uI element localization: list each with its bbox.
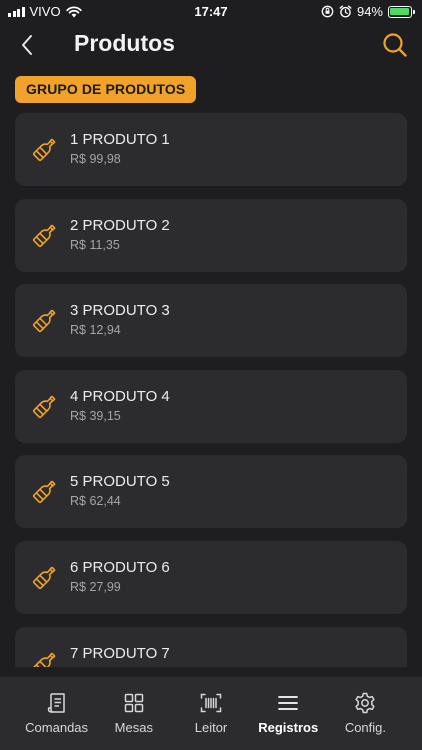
product-item[interactable]: 2 PRODUTO 2 R$ 11,35: [15, 198, 407, 272]
product-price: R$ 27,99: [70, 579, 121, 594]
receipt-icon: [47, 693, 65, 713]
product-price: R$ 62,44: [70, 494, 121, 509]
status-right: 94%: [321, 4, 415, 19]
grid-icon: [124, 693, 144, 713]
battery-percent: 94%: [356, 4, 383, 19]
search-button[interactable]: [380, 30, 410, 60]
bottle-icon: [32, 481, 56, 504]
gear-icon: [355, 692, 376, 714]
tab-config[interactable]: Config.: [327, 677, 404, 750]
tab-label: Config.: [344, 720, 387, 735]
battery-fill: [390, 7, 409, 16]
tab-label: Registros: [258, 720, 319, 735]
menu-icon: [278, 696, 299, 710]
product-name: 2 PRODUTO 2: [70, 216, 170, 234]
back-button[interactable]: [14, 30, 40, 60]
bottle-icon: [32, 224, 56, 247]
bottle-icon: [32, 652, 56, 667]
product-price: R$ 12,94: [70, 323, 121, 338]
product-name: 3 PRODUTO 3: [70, 302, 170, 320]
tab-comandas[interactable]: Comandas: [18, 677, 95, 750]
bottle-icon: [32, 138, 56, 162]
product-item[interactable]: 5 PRODUTO 5 R$ 62,44: [15, 455, 407, 529]
bottle-icon: [32, 309, 56, 333]
product-item[interactable]: 6 PRODUTO 6 R$ 27,99: [15, 540, 407, 614]
tab-label: Comandas: [25, 720, 89, 735]
orientation-lock-icon: [321, 5, 334, 18]
product-price: R$ 11,35: [70, 237, 120, 252]
alarm-icon: [339, 5, 352, 18]
product-price: R$ 39,15: [70, 408, 121, 423]
header: Produtos: [0, 24, 422, 66]
tab-leitor[interactable]: Leitor: [172, 677, 249, 750]
tab-label: Leitor: [194, 720, 228, 735]
barcode-icon: [200, 693, 222, 713]
battery-icon: [388, 5, 415, 18]
product-list[interactable]: 1 PRODUTO 1 R$ 99,98 2 PRODUTO 2 R$ 11,3…: [15, 113, 407, 667]
product-name: 1 PRODUTO 1: [70, 131, 170, 148]
product-item[interactable]: 1 PRODUTO 1 R$ 99,98: [15, 113, 407, 186]
bottle-icon: [32, 566, 56, 590]
bottle-icon: [32, 395, 56, 418]
product-name: 6 PRODUTO 6: [70, 558, 170, 576]
product-item[interactable]: 7 PRODUTO 7: [15, 626, 407, 667]
tab-registros[interactable]: Registros: [250, 677, 327, 750]
tab-bar: Comandas Mesas Leitor Registros Config.: [0, 677, 422, 750]
tab-mesas[interactable]: Mesas: [95, 677, 172, 750]
tab-label: Mesas: [114, 720, 153, 735]
status-bar: VIVO 17:47 94%: [0, 0, 422, 24]
chevron-left-icon: [22, 35, 32, 55]
group-badge[interactable]: GRUPO DE PRODUTOS: [15, 76, 197, 103]
product-item[interactable]: 3 PRODUTO 3 R$ 12,94: [15, 284, 407, 358]
product-name: 4 PRODUTO 4: [70, 387, 170, 405]
product-price: R$ 99,98: [70, 152, 121, 166]
page-title: Produtos: [74, 30, 175, 56]
product-name: 7 PRODUTO 7: [70, 644, 170, 662]
search-icon: [383, 33, 407, 57]
product-name: 5 PRODUTO 5: [70, 473, 170, 491]
product-item[interactable]: 4 PRODUTO 4 R$ 39,15: [15, 369, 407, 443]
